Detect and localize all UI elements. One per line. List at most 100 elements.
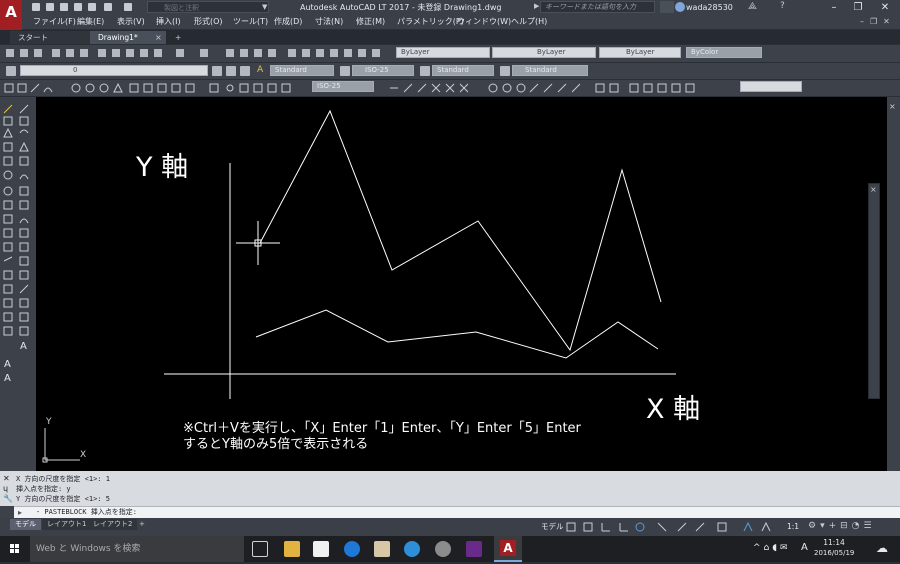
- lower-polyline: [255, 309, 659, 359]
- media-icon[interactable]: [374, 541, 390, 557]
- instruction-line-2: するとY軸のみ5倍で表示される: [183, 437, 369, 452]
- text-style-dropdown[interactable]: Standard: [270, 65, 334, 76]
- exchange-icon[interactable]: ⟁: [748, 1, 757, 12]
- menu-edit[interactable]: 編集(E): [77, 15, 104, 29]
- layer-dropdown[interactable]: 0: [20, 65, 208, 76]
- ime-indicator[interactable]: A: [801, 541, 808, 555]
- menu-format[interactable]: 形式(O): [194, 15, 223, 29]
- mleader-style-dropdown[interactable]: Standard: [512, 65, 588, 76]
- menu-view[interactable]: 表示(V): [117, 15, 145, 29]
- menu-window[interactable]: ウィンドウ(W): [457, 15, 511, 29]
- dim-style-icon[interactable]: [340, 66, 350, 76]
- autocad-icon: A: [500, 540, 516, 556]
- user-name[interactable]: wada28530: [686, 0, 733, 15]
- layer-state-icon[interactable]: [240, 66, 250, 76]
- minimize-button[interactable]: –: [822, 0, 846, 15]
- command-input[interactable]: ▸ - PASTEBLOCK 挿入点を指定:: [14, 506, 900, 518]
- new-tab-button[interactable]: +: [170, 31, 186, 44]
- weather-icon[interactable]: ☁: [876, 541, 888, 555]
- store-icon[interactable]: [313, 541, 329, 557]
- menu-dimension[interactable]: 寸法(N): [315, 15, 343, 29]
- blank-dropdown[interactable]: [740, 81, 802, 92]
- autocad-taskbar-button[interactable]: A: [494, 536, 522, 562]
- command-prompt: - PASTEBLOCK 挿入点を指定:: [36, 508, 138, 516]
- tab-layout1[interactable]: レイアウト1: [42, 519, 92, 530]
- menu-file[interactable]: ファイル(F): [33, 15, 76, 29]
- search-icon[interactable]: [660, 1, 674, 13]
- y-axis-label: Y 軸: [136, 152, 189, 183]
- system-tray-icons[interactable]: ^⌂◖✉: [753, 541, 808, 555]
- save-as-icon[interactable]: [74, 3, 82, 11]
- layer-properties-icon[interactable]: [6, 66, 16, 76]
- model-space-button[interactable]: モデル: [541, 521, 564, 532]
- task-view-icon[interactable]: [252, 541, 268, 557]
- ie-icon[interactable]: [404, 541, 420, 557]
- tab-close-icon[interactable]: ×: [155, 33, 162, 42]
- app-icon[interactable]: [435, 541, 451, 557]
- save-icon[interactable]: [60, 3, 68, 11]
- color-dropdown[interactable]: ByLayer: [396, 47, 490, 58]
- command-side: [0, 506, 14, 518]
- close-button[interactable]: ✕: [870, 0, 900, 15]
- status-right-icons[interactable]: ⚙▾+⊟◔☰: [808, 521, 898, 532]
- taskbar-search-input[interactable]: Web と Windows を検索: [30, 536, 244, 562]
- make-current-icon[interactable]: [212, 66, 222, 76]
- menu-insert[interactable]: 挿入(I): [156, 15, 181, 29]
- modify-toolbar-icons: [388, 83, 728, 93]
- plotstyle-dropdown[interactable]: ByColor: [686, 47, 762, 58]
- menu-tools[interactable]: ツール(T): [233, 15, 268, 29]
- standard-toolbar-icons: [4, 48, 384, 58]
- annotation-scale[interactable]: 1:1: [787, 521, 799, 532]
- restore-button[interactable]: ❐: [846, 0, 870, 15]
- clock-time[interactable]: 11:14: [814, 538, 854, 547]
- properties-palette-collapsed[interactable]: [868, 183, 880, 399]
- tab-layout2[interactable]: レイアウト2: [88, 519, 138, 530]
- linetype-dropdown[interactable]: ByLayer: [492, 47, 596, 58]
- open-icon[interactable]: [46, 3, 54, 11]
- dim-style-dropdown-2[interactable]: ISO-25: [312, 81, 374, 92]
- mleader-style-icon[interactable]: [500, 66, 510, 76]
- workspace-select[interactable]: 製図と注釈: [147, 1, 269, 13]
- undo-icon[interactable]: [104, 3, 112, 11]
- redo-icon[interactable]: [124, 3, 132, 11]
- menu-modify[interactable]: 修正(M): [356, 15, 385, 29]
- menu-parametric[interactable]: パラメトリック(P): [397, 15, 464, 29]
- table-style-dropdown[interactable]: Standard: [432, 65, 494, 76]
- chevron-right-icon[interactable]: ▶: [534, 2, 539, 10]
- upper-polyline: [259, 109, 662, 352]
- lineweight-dropdown[interactable]: ByLayer: [599, 47, 681, 58]
- file-explorer-icon[interactable]: [284, 541, 300, 557]
- edge-icon[interactable]: [344, 541, 360, 557]
- panel-close-icon[interactable]: ×: [889, 102, 896, 111]
- drawing-canvas[interactable]: Y 軸 X 軸 ※Ctrl＋Vを実行し、「X」Enter「1」Enter、「Y」…: [36, 97, 887, 471]
- start-button[interactable]: [0, 536, 30, 562]
- media-player-icon[interactable]: [466, 541, 482, 557]
- text-style-icon[interactable]: A: [257, 65, 268, 76]
- new-icon[interactable]: [32, 3, 40, 11]
- chevron-down-icon[interactable]: ▼: [262, 3, 267, 11]
- ucs-x-label: X: [80, 450, 87, 460]
- drawing-window-controls[interactable]: –❐✕: [860, 15, 900, 29]
- menu-draw[interactable]: 作成(D): [274, 15, 302, 29]
- palette-close-icon[interactable]: ×: [870, 185, 877, 194]
- draw-modify-toolbar: AAA: [0, 97, 36, 471]
- new-layout-button[interactable]: +: [134, 519, 150, 530]
- status-icon-strip: [566, 521, 771, 532]
- dim-style-dropdown[interactable]: ISO-25: [352, 65, 414, 76]
- dimension-toolbar-icons: [4, 82, 304, 93]
- svg-text:A: A: [4, 373, 11, 384]
- menu-help[interactable]: ヘルプ(H): [511, 15, 547, 29]
- tab-start[interactable]: スタート: [10, 31, 90, 44]
- search-input[interactable]: キーワードまたは語句を入力: [540, 1, 655, 13]
- table-style-icon[interactable]: [420, 66, 430, 76]
- help-icon[interactable]: ?: [780, 1, 785, 11]
- ucs-y-label: Y: [46, 417, 52, 427]
- app-letter: A: [5, 3, 17, 21]
- tab-model[interactable]: モデル: [10, 519, 41, 530]
- print-icon[interactable]: [88, 3, 96, 11]
- command-line-controls[interactable]: ✕ ɥ 🔧: [3, 474, 13, 504]
- application-menu-button[interactable]: A: [0, 0, 22, 30]
- command-prompt-icon[interactable]: ▸: [18, 507, 22, 518]
- clock-date[interactable]: 2016/05/19: [814, 549, 854, 557]
- layer-previous-icon[interactable]: [226, 66, 236, 76]
